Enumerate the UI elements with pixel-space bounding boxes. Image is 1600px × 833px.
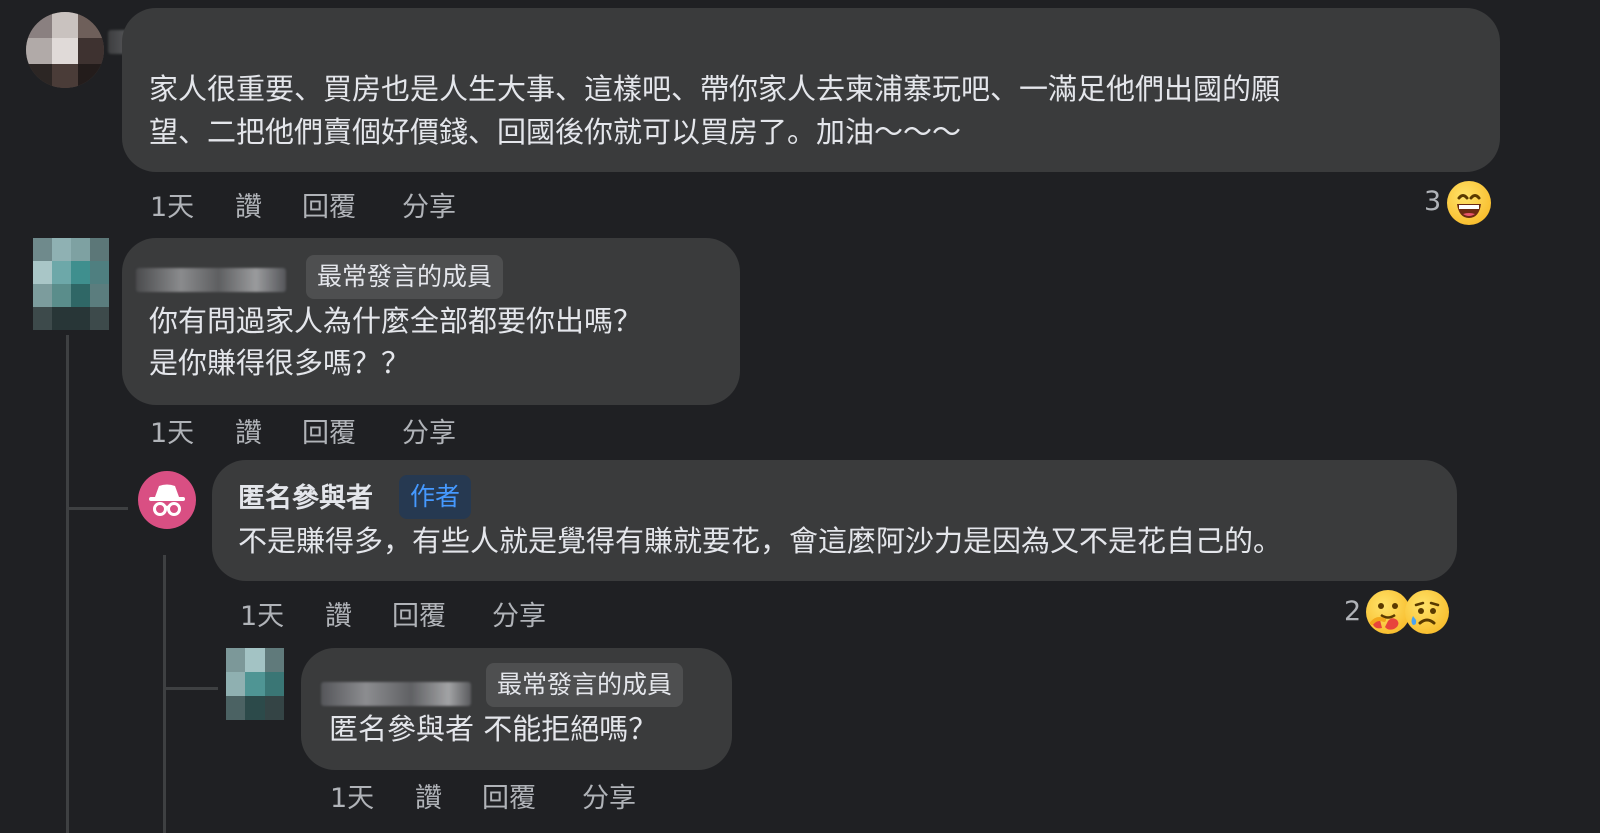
- share-button[interactable]: 分享: [582, 776, 636, 815]
- comment-actions: 1天 讚 回覆 分享: [150, 411, 550, 450]
- sad-face-icon[interactable]: [1405, 590, 1449, 634]
- thread-line-branch-c4-h: [163, 687, 218, 690]
- author-badge: 作者: [399, 475, 472, 519]
- top-contributor-badge: 最常發言的成員: [486, 663, 684, 707]
- like-button[interactable]: 讚: [415, 776, 442, 815]
- comment-text: 不是賺得多，有些人就是覺得有賺就要花，會這麼阿沙力是因為又不是花自己的。: [238, 524, 1283, 558]
- author-name[interactable]: 匿名參與者: [238, 477, 373, 520]
- incognito-icon: [149, 484, 185, 516]
- grinning-face-icon[interactable]: [1447, 181, 1491, 225]
- care-hug-icon[interactable]: [1366, 590, 1410, 634]
- comment-text: 你有問過家人為什麼全部都要你出嗎？: [149, 304, 643, 338]
- avatar[interactable]: [226, 648, 284, 720]
- like-button[interactable]: 讚: [235, 185, 262, 224]
- top-contributor-badge: 最常發言的成員: [306, 255, 504, 299]
- share-button[interactable]: 分享: [402, 411, 456, 450]
- author-name-blurred[interactable]: [321, 682, 471, 706]
- reply-button[interactable]: 回覆: [302, 185, 356, 224]
- like-button[interactable]: 讚: [235, 411, 262, 450]
- reply-button[interactable]: 回覆: [482, 776, 536, 815]
- thread-line-sub: [163, 555, 166, 833]
- comment-actions: 1天 讚 回覆 分享: [330, 776, 730, 815]
- timestamp-link[interactable]: 1天: [150, 411, 194, 450]
- comment-bubble: 家人很重要、買房也是人生大事、這樣吧、帶你家人去柬浦寨玩吧、一滿足他們出國的願 …: [122, 8, 1500, 172]
- avatar[interactable]: [33, 238, 109, 330]
- share-button[interactable]: 分享: [492, 594, 546, 633]
- timestamp-link[interactable]: 1天: [150, 185, 194, 224]
- thread-line-main: [66, 335, 69, 833]
- reaction-count[interactable]: 2: [1344, 596, 1361, 627]
- share-button[interactable]: 分享: [402, 185, 456, 224]
- comment-bubble: 匿名參與者 作者 不是賺得多，有些人就是覺得有賺就要花，會這麼阿沙力是因為又不是…: [212, 460, 1457, 581]
- comment-text: 家人很重要、買房也是人生大事、這樣吧、帶你家人去柬浦寨玩吧、一滿足他們出國的願: [149, 72, 1281, 106]
- avatar[interactable]: [26, 12, 104, 88]
- timestamp-link[interactable]: 1天: [330, 776, 374, 815]
- comment-actions: 1天 讚 回覆 分享: [240, 594, 640, 633]
- like-button[interactable]: 讚: [325, 594, 352, 633]
- author-name-blurred[interactable]: [136, 268, 286, 292]
- anonymous-avatar[interactable]: [138, 471, 196, 529]
- thread-line-branch-c3-h: [66, 507, 128, 510]
- timestamp-link[interactable]: 1天: [240, 594, 284, 633]
- comment-bubble: 最常發言的成員 匿名參與者 不能拒絕嗎？: [301, 648, 732, 770]
- comment-actions: 1天 讚 回覆 分享: [150, 185, 550, 224]
- comment-text: 是你賺得很多嗎？？: [149, 346, 411, 380]
- reply-button[interactable]: 回覆: [302, 411, 356, 450]
- comment-text: 望、二把他們賣個好價錢、回國後你就可以買房了。加油～～～: [149, 115, 962, 149]
- comment-text: 匿名參與者 不能拒絕嗎？: [329, 712, 658, 746]
- reaction-count[interactable]: 3: [1424, 186, 1441, 217]
- comment-bubble: 最常發言的成員 你有問過家人為什麼全部都要你出嗎？ 是你賺得很多嗎？？: [122, 238, 740, 405]
- reply-button[interactable]: 回覆: [392, 594, 446, 633]
